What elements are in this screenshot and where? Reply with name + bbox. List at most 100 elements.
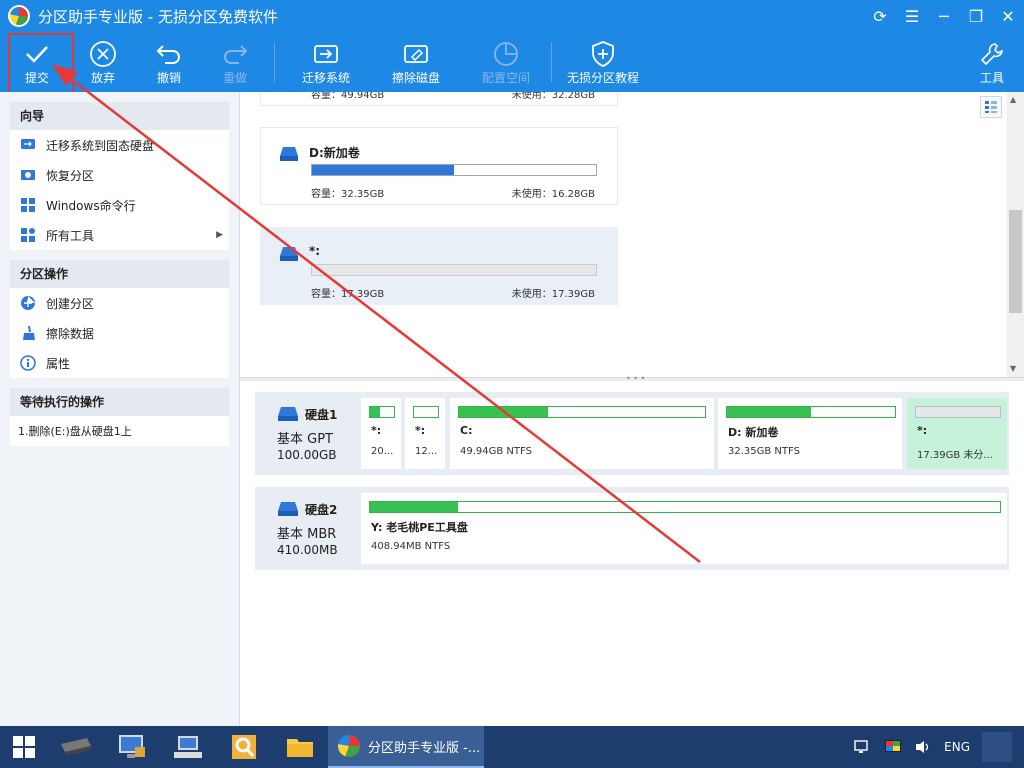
drive-icon [280, 147, 298, 161]
partition-usage-bar [311, 164, 597, 176]
start-button[interactable] [0, 726, 48, 768]
redo-icon [224, 44, 248, 64]
menu-icon[interactable]: ☰ [896, 0, 928, 32]
partition-block-c[interactable]: C: 49.94GB NTFS [450, 398, 714, 469]
list-view-icon [985, 101, 997, 113]
shield-plus-icon [592, 40, 614, 67]
partition-label: Y: 老毛桃PE工具盘 [371, 521, 468, 534]
tutorial-button[interactable]: 无损分区教程 [558, 32, 648, 92]
wizard-section: 向导 迁移系统到固态硬盘 恢复分区 Windows命令行 所有工具 ▶ [10, 102, 229, 250]
grid-tools-icon [21, 228, 35, 242]
app-logo-icon [338, 735, 360, 757]
partition-info: 408.94MB NTFS [371, 541, 451, 552]
wipe-disk-icon [404, 44, 428, 63]
partition-info: 49.94GB NTFS [460, 446, 532, 457]
migrate-system-label: 迁移系统 [301, 70, 350, 85]
keyboard-monitor-icon [174, 736, 202, 758]
partition-label: C: [460, 424, 473, 437]
language-indicator[interactable]: ENG [944, 740, 970, 754]
disk-size: 100.00GB [277, 448, 337, 462]
window-controls: ⟳ ☰ ─ ❐ ✕ [864, 0, 1024, 32]
partition-card-d[interactable]: D:新加卷 容量：32.35GB 未使用：16.28GB [260, 127, 618, 205]
migrate-disk-icon [314, 44, 338, 63]
undo-button[interactable]: 撤销 [136, 32, 202, 92]
close-button[interactable]: ✕ [992, 0, 1024, 32]
redo-label: 重做 [222, 70, 247, 85]
notification-icon[interactable] [982, 732, 1012, 762]
vertical-scrollbar[interactable]: ▲ ▼ [1007, 92, 1024, 377]
wrench-icon [980, 42, 1003, 65]
partition-card-partial[interactable]: 容量：49.94GB 未使用：32.28GB [260, 92, 618, 106]
chevron-right-icon: ▶ [216, 230, 223, 240]
minimize-button[interactable]: ─ [928, 0, 960, 32]
partition-block-y[interactable]: Y: 老毛桃PE工具盘 408.94MB NTFS [361, 493, 1007, 564]
disk-name: 硬盘2 [305, 503, 338, 517]
sidebar-item-recover-partition[interactable]: 恢复分区 [10, 160, 229, 190]
wipe-disk-button[interactable]: 擦除磁盘 [371, 32, 461, 92]
submit-button[interactable]: 提交 [4, 32, 74, 97]
restore-button[interactable]: ❐ [960, 0, 992, 32]
sidebar-item-create-partition[interactable]: 创建分区 [10, 288, 229, 318]
partition-usage-bar [458, 406, 706, 418]
redo-button[interactable]: 重做 [202, 32, 268, 92]
sidebar-item-wipe-data[interactable]: 擦除数据 [10, 318, 229, 348]
partition-usage-bar [369, 501, 1001, 513]
partition-card-unallocated[interactable]: *: 容量：17.39GB 未使用：17.39GB [260, 227, 618, 305]
disk-size: 410.00MB [277, 543, 338, 557]
taskbar-computer-app[interactable] [104, 726, 160, 768]
sidebar-item-properties[interactable]: 属性 [10, 348, 229, 378]
partition-block-unallocated[interactable]: *: 17.39GB 未分... [907, 398, 1007, 469]
title-bar: 分区助手专业版 - 无损分区免费软件 ⟳ ☰ ─ ❐ ✕ [0, 0, 1024, 32]
system-tray: ENG [854, 726, 1024, 768]
cancel-circle-icon [90, 40, 116, 67]
network-icon[interactable] [854, 739, 872, 755]
tools-button[interactable]: 工具 [960, 32, 1024, 92]
partition-unused: 未使用：32.28GB [511, 92, 595, 101]
disk-row-1[interactable]: 硬盘1 基本 GPT 100.00GB *: 20... *: 12... C:… [255, 392, 1009, 475]
taskbar-memory-app[interactable] [48, 726, 104, 768]
toolbar: 提交 放弃 撤销 重做 迁移系统 擦除磁盘 配置空间 无损分区教程 工具 [0, 32, 1024, 97]
scroll-down-icon[interactable]: ▼ [1010, 364, 1016, 373]
toolbar-separator [551, 42, 552, 82]
migrate-system-button[interactable]: 迁移系统 [281, 32, 371, 92]
partition-info: 12... [415, 446, 438, 457]
partition-unused: 未使用：17.39GB [511, 289, 595, 300]
volume-icon[interactable] [914, 739, 932, 755]
allocate-space-button[interactable]: 配置空间 [461, 32, 551, 92]
disk-map-pane: 硬盘1 基本 GPT 100.00GB *: 20... *: 12... C:… [240, 381, 1024, 726]
refresh-icon[interactable]: ⟳ [864, 0, 896, 32]
sidebar-item-migrate-ssd[interactable]: 迁移系统到固态硬盘 [10, 130, 229, 160]
partition-block-d[interactable]: D: 新加卷 32.35GB NTFS [718, 398, 902, 469]
view-toggle-button[interactable] [980, 96, 1002, 118]
pending-ops-title: 等待执行的操作 [10, 388, 229, 416]
partition-usage-bar [311, 264, 597, 276]
sidebar-item-label: 擦除数据 [46, 326, 95, 341]
drive-icon [280, 247, 298, 261]
taskbar-app-label: 分区助手专业版 -... [368, 740, 481, 756]
partition-block[interactable]: *: 12... [405, 398, 445, 469]
create-partition-icon [21, 296, 35, 310]
checkmark-icon [26, 45, 48, 63]
taskbar-search-app[interactable] [216, 726, 272, 768]
taskbar-explorer-app[interactable] [272, 726, 328, 768]
discard-button[interactable]: 放弃 [70, 32, 136, 92]
color-display-icon[interactable] [884, 739, 902, 755]
tools-label: 工具 [979, 70, 1004, 85]
sidebar-item-windows-cmd[interactable]: Windows命令行 [10, 190, 229, 220]
sidebar-item-all-tools[interactable]: 所有工具 ▶ [10, 220, 229, 250]
pending-op-item[interactable]: 1.删除(E:)盘从硬盘1上 [10, 416, 229, 446]
disk-row-2[interactable]: 硬盘2 基本 MBR 410.00MB Y: 老毛桃PE工具盘 408.94MB… [255, 487, 1009, 570]
hard-disk-icon [278, 407, 298, 421]
scroll-up-icon[interactable]: ▲ [1010, 95, 1016, 104]
scroll-thumb[interactable] [1009, 210, 1022, 313]
partition-usage-bar [413, 406, 439, 418]
taskbar-remote-app[interactable] [160, 726, 216, 768]
partition-ops-title: 分区操作 [10, 260, 229, 288]
partition-title: D:新加卷 [309, 146, 360, 160]
partition-block[interactable]: *: 20... [361, 398, 401, 469]
partition-title: *: [309, 244, 321, 258]
sidebar-item-label: 迁移系统到固态硬盘 [46, 138, 155, 153]
taskbar-active-app[interactable]: 分区助手专业版 -... [328, 726, 484, 768]
wizard-section-title: 向导 [10, 102, 229, 130]
broom-icon [23, 325, 35, 340]
